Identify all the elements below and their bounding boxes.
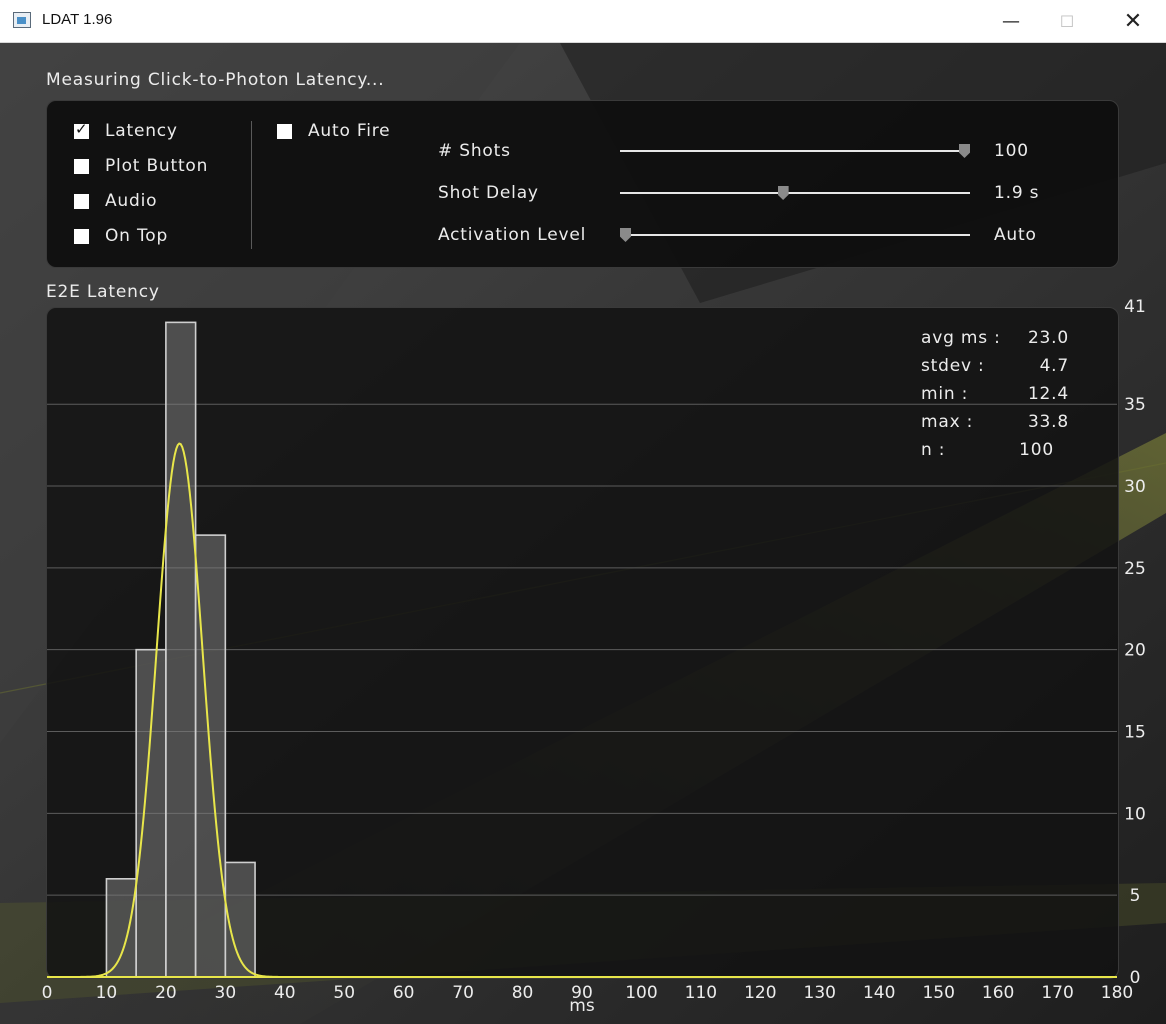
stat-label: max : bbox=[921, 412, 974, 432]
y-tick-label: 5 bbox=[1130, 886, 1141, 906]
stat-label: n : bbox=[921, 440, 946, 460]
title-bar: LDAT 1.96 — ☐ ✕ bbox=[0, 0, 1166, 43]
y-tick-label: 41 bbox=[1124, 297, 1146, 317]
stat-min: min : 12.4 bbox=[921, 384, 1081, 412]
main-window: Measuring Click-to-Photon Latency... Lat… bbox=[0, 43, 1166, 1024]
stat-max: max : 33.8 bbox=[921, 412, 1081, 440]
latency-histogram-chart: 0 10 20 30 40 50 60 70 80 90 100 110 120 130 140 150 160… bbox=[42, 297, 1146, 1016]
y-tick-label: 20 bbox=[1124, 641, 1146, 661]
stat-value: 12.4 bbox=[1027, 384, 1069, 404]
stat-value: 33.8 bbox=[1027, 412, 1069, 432]
close-button[interactable]: ✕ bbox=[1110, 0, 1156, 42]
x-tick-label: 160 bbox=[982, 983, 1014, 1003]
x-tick-label: 120 bbox=[744, 983, 776, 1003]
x-tick-label: 100 bbox=[625, 983, 657, 1003]
window-title: LDAT 1.96 bbox=[42, 11, 113, 28]
histogram-bar bbox=[165, 321, 197, 978]
x-tick-label: 50 bbox=[333, 983, 355, 1003]
stat-stdev: stdev : 4.7 bbox=[921, 356, 1081, 384]
stat-avg: avg ms : 23.0 bbox=[921, 328, 1081, 356]
stat-value: 4.7 bbox=[1039, 356, 1069, 376]
stat-label: stdev : bbox=[921, 356, 985, 376]
maximize-button[interactable]: ☐ bbox=[1044, 0, 1090, 42]
minimize-button[interactable]: — bbox=[988, 0, 1034, 42]
x-tick-label: 150 bbox=[922, 983, 954, 1003]
x-tick-label: 20 bbox=[155, 983, 177, 1003]
y-tick-label: 15 bbox=[1124, 723, 1146, 743]
x-tick-label: 70 bbox=[452, 983, 474, 1003]
x-tick-label: 180 bbox=[1101, 983, 1133, 1003]
x-tick-label: 170 bbox=[1041, 983, 1073, 1003]
histogram-bar bbox=[135, 648, 167, 978]
x-tick-label: 60 bbox=[393, 983, 415, 1003]
x-tick-label: 40 bbox=[274, 983, 296, 1003]
histogram-bar bbox=[105, 878, 137, 978]
y-tick-label: 35 bbox=[1124, 395, 1146, 415]
app-icon bbox=[13, 12, 31, 28]
x-tick-label: 30 bbox=[215, 983, 237, 1003]
x-tick-label: 10 bbox=[96, 983, 118, 1003]
x-tick-label: 140 bbox=[863, 983, 895, 1003]
y-tick-label: 25 bbox=[1124, 559, 1146, 579]
stat-label: min : bbox=[921, 384, 969, 404]
y-tick-label: 10 bbox=[1124, 804, 1146, 824]
stat-value: 23.0 bbox=[1027, 328, 1069, 348]
stat-label: avg ms : bbox=[921, 328, 1001, 348]
y-tick-label: 30 bbox=[1124, 477, 1146, 497]
x-axis-label: ms bbox=[569, 996, 595, 1016]
x-tick-label: 80 bbox=[512, 983, 534, 1003]
x-tick-label: 110 bbox=[685, 983, 717, 1003]
stat-value: 100 bbox=[1019, 440, 1054, 460]
y-tick-label: 0 bbox=[1130, 968, 1141, 988]
stats-panel: avg ms : 23.0 stdev : 4.7 min : 12.4 max… bbox=[921, 328, 1081, 468]
x-tick-label: 0 bbox=[42, 983, 53, 1003]
x-tick-label: 130 bbox=[804, 983, 836, 1003]
stat-n: n : 100 bbox=[921, 440, 1081, 468]
